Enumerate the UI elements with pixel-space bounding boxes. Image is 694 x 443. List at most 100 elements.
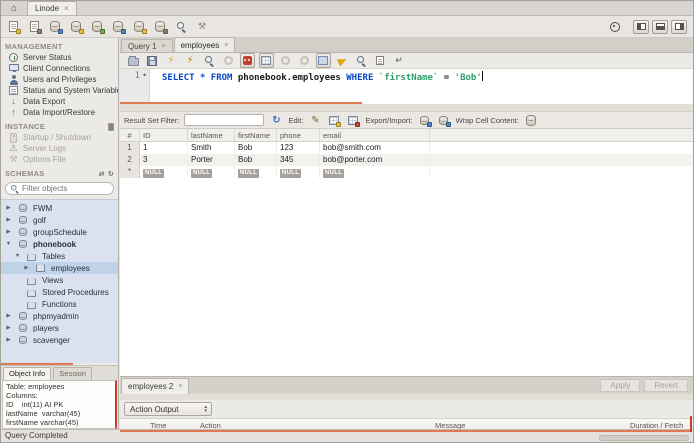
add-record-icon[interactable] (327, 113, 342, 127)
wrap-cell-content-icon[interactable] (524, 113, 538, 127)
editor-result-splitter[interactable] (120, 104, 693, 111)
find-button[interactable] (353, 54, 369, 68)
refresh-icon[interactable]: ↻ (269, 113, 283, 127)
sidebar-item-system-variables[interactable]: Status and System Variables (1, 85, 118, 96)
sql-code-line[interactable]: SELECT * FROM phonebook.employees WHERE … (150, 69, 483, 102)
connection-tab-close-icon[interactable]: × (64, 4, 69, 13)
grid-column-header[interactable]: firstName (235, 129, 277, 141)
query-tab-close-icon[interactable]: × (161, 43, 165, 50)
open-script-button[interactable] (125, 54, 141, 68)
grid-cell[interactable]: NULL (188, 166, 235, 178)
expander-icon[interactable]: ▶ (23, 265, 30, 271)
stop-button[interactable] (220, 54, 236, 68)
refresh-schemas-icon[interactable]: ↻ (108, 170, 114, 178)
grid-cell[interactable]: bob@smith.com (320, 142, 430, 154)
info-tab-session[interactable]: Session (53, 367, 92, 380)
result-set-filter-input[interactable] (184, 114, 265, 126)
grid-cell[interactable]: NULL (235, 166, 277, 178)
grid-column-header[interactable]: lastName (188, 129, 235, 141)
schema-filter[interactable] (5, 182, 114, 195)
schema-filter-input[interactable] (22, 184, 102, 193)
tree-item-employees[interactable]: ▶ employees (1, 262, 118, 274)
result-tab-close-icon[interactable]: × (178, 383, 182, 390)
tree-item-tables[interactable]: ▼ Tables (1, 250, 118, 262)
tree-item-views[interactable]: Views (1, 274, 118, 286)
home-tab[interactable]: ⌂ (1, 1, 27, 15)
output-splitter-highlight[interactable] (120, 430, 692, 432)
horizontal-scrollbar-thumb[interactable] (599, 435, 689, 441)
edit-record-icon[interactable]: ✎ (308, 113, 322, 127)
create-table-button[interactable] (88, 18, 106, 35)
commit-button[interactable] (277, 54, 293, 68)
expander-icon[interactable]: ▶ (5, 217, 12, 223)
create-schema-button[interactable] (67, 18, 85, 35)
new-query-tab-button[interactable] (4, 18, 22, 35)
expander-icon[interactable]: ▼ (5, 241, 12, 247)
query-tab-query-1[interactable]: Query 1 × (121, 39, 173, 52)
connection-indicator-icon[interactable] (607, 19, 622, 34)
info-tab-object-info[interactable]: Object Info (3, 367, 52, 380)
grid-cell[interactable]: Bob (235, 142, 277, 154)
wrap-text-button[interactable]: ↵ (391, 54, 407, 68)
grid-column-header[interactable]: phone (277, 129, 320, 141)
sql-editor[interactable]: 1 • SELECT * FROM phonebook.employees WH… (120, 69, 693, 102)
output-selector[interactable]: Action Output ▲ ▼ (124, 402, 212, 416)
sidebar-item-options-file[interactable]: ⚒ Options File (1, 154, 118, 165)
inspector-button[interactable] (46, 18, 64, 35)
execute-button[interactable]: ⚡ (163, 54, 179, 68)
delete-record-icon[interactable] (346, 113, 361, 127)
search-table-data-button[interactable] (172, 18, 190, 35)
expander-icon[interactable]: ▶ (5, 229, 12, 235)
export-recordset-icon[interactable] (418, 113, 432, 127)
revert-button[interactable]: Revert (644, 379, 688, 392)
sidebar-item-startup-shutdown[interactable]: Startup / Shutdown (1, 132, 118, 143)
row-number-cell[interactable]: 1 (120, 142, 140, 154)
grid-cell[interactable]: NULL (320, 166, 430, 178)
sidebar-item-users-privileges[interactable]: Users and Privileges (1, 74, 118, 85)
sidebar-item-client-connections[interactable]: Client Connections (1, 63, 118, 74)
tree-item-scavenger[interactable]: ▶ scavenger (1, 334, 118, 346)
result-tab[interactable]: employees 2 × (121, 378, 190, 394)
apply-button[interactable]: Apply (600, 379, 641, 392)
execute-current-button[interactable]: ⚡ (182, 54, 198, 68)
toggle-bottom-panel-button[interactable] (652, 19, 668, 34)
reconnect-dbms-button[interactable]: ⚒ (193, 18, 211, 35)
expander-icon[interactable]: ▶ (5, 313, 12, 319)
grid-cell[interactable]: NULL (277, 166, 320, 178)
toggle-autocommit-button[interactable] (315, 53, 331, 68)
explain-button[interactable] (201, 54, 217, 68)
sidebar-item-data-import[interactable]: ↑ Data Import/Restore (1, 107, 118, 118)
expander-icon[interactable]: ▶ (5, 337, 12, 343)
toggle-stop-on-error-button[interactable] (239, 53, 255, 68)
rollback-button[interactable] (296, 54, 312, 68)
grid-cell[interactable]: bob@porter.com (320, 154, 430, 166)
sidebar-item-server-logs[interactable]: ⚠ Server Logs (1, 143, 118, 154)
query-tab-employees[interactable]: employees × (173, 37, 236, 52)
expand-schemas-icon[interactable]: ⇄ (99, 170, 105, 178)
grid-cell[interactable]: 345 (277, 154, 320, 166)
invisible-characters-button[interactable] (372, 54, 388, 68)
create-procedure-button[interactable] (130, 18, 148, 35)
query-tab-close-icon[interactable]: × (224, 42, 228, 49)
expander-icon[interactable]: ▶ (5, 325, 12, 331)
grid-cell[interactable]: NULL (140, 166, 188, 178)
grid-cell[interactable]: Bob (235, 154, 277, 166)
sidebar-item-server-status[interactable]: Server Status (1, 52, 118, 63)
tree-item-stored-procedures[interactable]: Stored Procedures (1, 286, 118, 298)
grid-column-header[interactable]: ID (140, 129, 188, 141)
open-sql-script-button[interactable] (25, 18, 43, 35)
import-records-icon[interactable] (437, 113, 451, 127)
beautify-button[interactable] (334, 54, 350, 68)
tree-item-phonebook[interactable]: ▼ phonebook (1, 238, 118, 250)
grid-column-header[interactable]: # (120, 129, 140, 141)
grid-cell[interactable]: 123 (277, 142, 320, 154)
create-function-button[interactable] (151, 18, 169, 35)
save-script-button[interactable] (144, 54, 160, 68)
create-view-button[interactable] (109, 18, 127, 35)
grid-cell[interactable]: 3 (140, 154, 188, 166)
expander-icon[interactable]: ▶ (5, 205, 12, 211)
row-number-cell[interactable]: 2 (120, 154, 140, 166)
sidebar-item-data-export[interactable]: ↓ Data Export (1, 96, 118, 107)
grid-cell[interactable]: 1 (140, 142, 188, 154)
row-number-cell[interactable]: * (120, 166, 140, 178)
